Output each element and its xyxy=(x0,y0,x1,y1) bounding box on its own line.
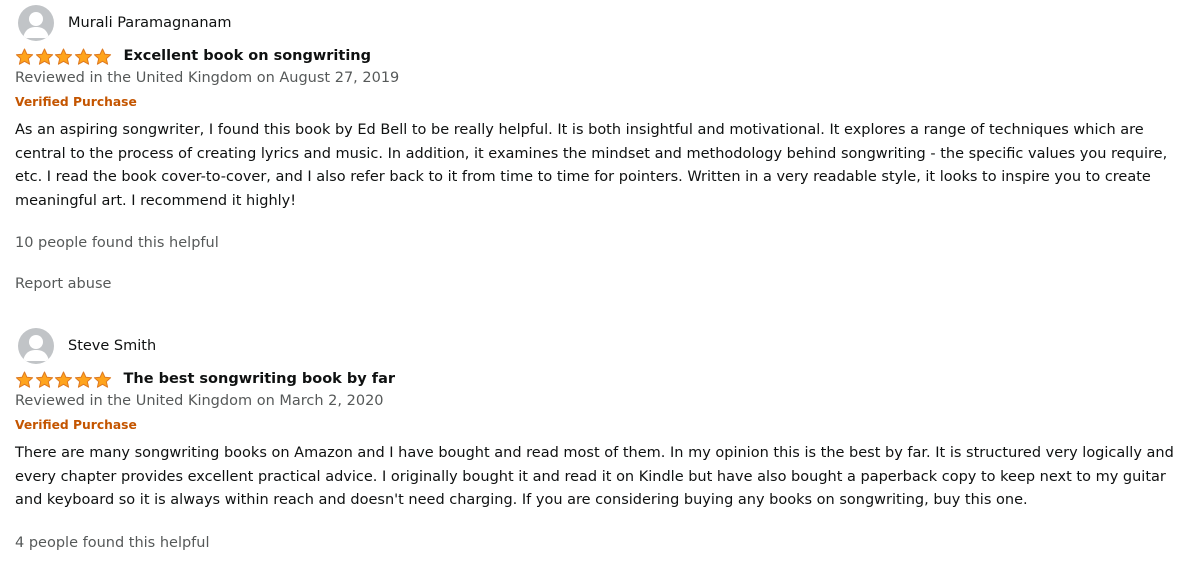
review-body: There are many songwriting books on Amaz… xyxy=(15,445,1174,508)
verified-purchase-badge: Verified Purchase xyxy=(15,95,137,109)
review-1: Murali Paramagnanam Excellent book on so… xyxy=(15,5,1185,300)
helpful-count: 10 people found this helpful xyxy=(15,235,219,251)
star-icon xyxy=(35,371,53,388)
star-icon xyxy=(93,48,112,65)
verified-purchase-badge: Verified Purchase xyxy=(15,418,137,432)
review-2: Steve Smith The best songwriting book by… xyxy=(15,328,1185,573)
star-icon xyxy=(74,371,92,388)
avatar-icon xyxy=(18,5,54,41)
star-rating[interactable] xyxy=(15,370,113,388)
review-title-row: The best songwriting book by far xyxy=(15,369,395,389)
star-icon xyxy=(35,48,53,65)
report-abuse-link[interactable]: Report abuse xyxy=(15,274,111,294)
star-rating[interactable] xyxy=(15,47,113,65)
review-date: Reviewed in the United Kingdom on March … xyxy=(15,393,384,409)
star-icon xyxy=(15,48,34,65)
star-icon xyxy=(74,48,92,65)
reviewer-profile[interactable]: Steve Smith xyxy=(18,328,156,364)
reviewer-profile[interactable]: Murali Paramagnanam xyxy=(18,5,232,41)
star-icon xyxy=(93,371,112,388)
star-icon xyxy=(15,371,34,388)
reviewer-name: Steve Smith xyxy=(68,338,157,354)
review-title[interactable]: The best songwriting book by far xyxy=(124,369,396,389)
avatar-icon xyxy=(18,328,54,364)
reviewer-name: Murali Paramagnanam xyxy=(68,15,232,31)
review-date: Reviewed in the United Kingdom on August… xyxy=(15,70,400,86)
star-icon xyxy=(54,371,73,388)
review-body: As an aspiring songwriter, I found this … xyxy=(15,122,1168,209)
star-icon xyxy=(54,48,73,65)
helpful-count: 4 people found this helpful xyxy=(15,535,210,551)
review-title-row: Excellent book on songwriting xyxy=(15,46,371,66)
review-title[interactable]: Excellent book on songwriting xyxy=(124,46,372,66)
